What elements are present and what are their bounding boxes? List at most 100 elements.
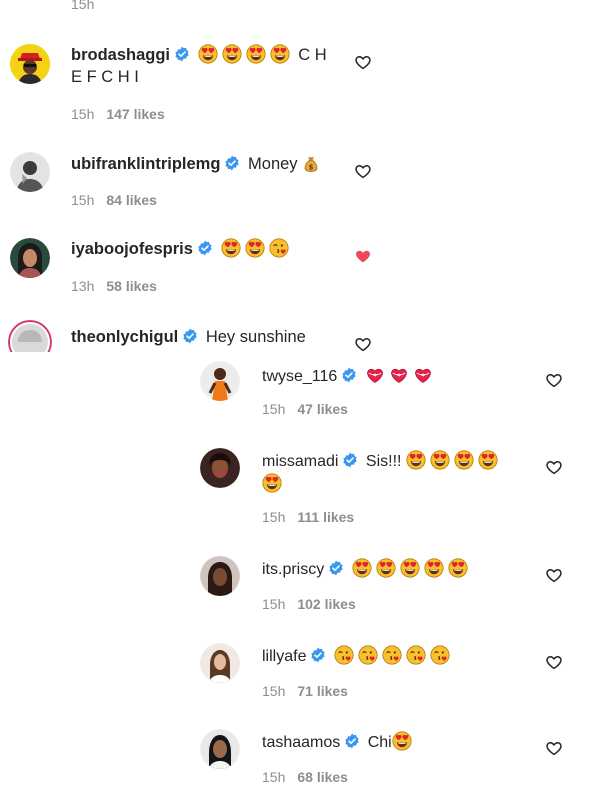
comment-text: C H [298, 46, 327, 64]
heart-eyes-emoji [246, 44, 266, 64]
face-blowing-kiss-emoji [358, 645, 378, 665]
heart-eyes-emoji [376, 558, 396, 578]
username[interactable]: brodashaggi [71, 46, 170, 64]
heart-eyes-emoji [245, 238, 265, 258]
reply: twyse_116 15h 47 likes [0, 355, 600, 435]
comment-meta: 15h 68 likes [262, 769, 348, 785]
face-blowing-kiss-emoji [406, 645, 426, 665]
heart-icon[interactable] [545, 653, 563, 671]
heart-eyes-emoji [222, 44, 242, 64]
heart-eyes-emoji [221, 238, 241, 258]
verified-badge-icon [310, 647, 326, 663]
comment-meta: 15h 102 likes [262, 596, 356, 612]
verified-badge-icon [197, 240, 213, 256]
comment: iyaboojofespris 13h 58 likes [0, 230, 600, 310]
comment-likes[interactable]: 47 likes [297, 401, 348, 417]
heart-eyes-emoji [448, 558, 468, 578]
username[interactable]: twyse_116 [262, 368, 337, 385]
avatar[interactable] [10, 152, 50, 192]
comment-meta: 15h 111 likes [262, 509, 354, 525]
comment-likes[interactable]: 84 likes [106, 192, 157, 208]
reply: lillyafe 15h 71 likes [0, 637, 600, 717]
comment-time[interactable]: 15h [71, 106, 94, 122]
comment-likes[interactable]: 147 likes [106, 106, 164, 122]
username[interactable]: missamadi [262, 453, 338, 470]
comment-meta: 15h 71 likes [262, 683, 348, 699]
heart-eyes-emoji [430, 450, 450, 470]
comment-time[interactable]: 15h [262, 769, 285, 785]
reply: tashaamos Chi 15h 68 likes [0, 723, 600, 800]
avatar[interactable] [200, 361, 240, 401]
comment-meta: 15h 47 likes [262, 401, 348, 417]
comment-text: Sis!!! [365, 453, 402, 470]
face-blowing-kiss-emoji [430, 645, 450, 665]
heart-icon[interactable] [354, 335, 372, 352]
comment-text: Chi [367, 734, 392, 751]
comment-likes[interactable]: 111 likes [297, 509, 354, 525]
heart-eyes-emoji [198, 44, 218, 64]
comment-time[interactable]: 15h [262, 401, 285, 417]
reply: missamadi Sis!!! 15h 111 likes [0, 442, 600, 542]
comment-text-continued: E F C H I [71, 68, 139, 86]
comment-meta: 15h 84 likes [71, 192, 157, 208]
heart-with-ribbon-emoji [389, 365, 409, 385]
avatar[interactable] [10, 44, 50, 84]
reply: its.priscy 15h 102 likes [0, 550, 600, 630]
verified-badge-icon [328, 560, 344, 576]
username[interactable]: tashaamos [262, 734, 340, 751]
username[interactable]: ubifranklintriplemg [71, 155, 220, 173]
face-blowing-kiss-emoji [382, 645, 402, 665]
money-bag-emoji [302, 155, 320, 173]
heart-with-ribbon-emoji [365, 365, 385, 385]
comment-time[interactable]: 13h [71, 278, 94, 294]
comment-likes[interactable]: 71 likes [297, 683, 348, 699]
comment-text: Hey sunshine [205, 328, 306, 346]
avatar[interactable] [200, 643, 240, 683]
comment: ubifranklintriplemg Money 15h 84 likes [0, 145, 600, 225]
comment-meta: 15h 147 likes [71, 106, 165, 122]
heart-eyes-emoji [392, 731, 412, 751]
heart-eyes-emoji [270, 44, 290, 64]
heart-eyes-emoji [406, 450, 426, 470]
comment: theonlychigul Hey sunshine [0, 318, 600, 352]
comment-likes[interactable]: 68 likes [297, 769, 348, 785]
avatar[interactable] [8, 320, 52, 352]
heart-icon-liked[interactable] [354, 247, 372, 265]
username[interactable]: theonlychigul [71, 328, 178, 346]
heart-eyes-emoji [400, 558, 420, 578]
heart-icon[interactable] [545, 566, 563, 584]
heart-icon[interactable] [354, 162, 372, 180]
comment-text: Money [248, 155, 298, 173]
comment-time[interactable]: 15h [71, 192, 94, 208]
avatar[interactable] [10, 238, 50, 278]
avatar[interactable] [200, 556, 240, 596]
heart-eyes-emoji [478, 450, 498, 470]
comment-likes[interactable]: 58 likes [106, 278, 157, 294]
face-blowing-kiss-emoji [334, 645, 354, 665]
comment: brodashaggi C H E F C H I 15h 147 likes [0, 36, 600, 136]
username[interactable]: its.priscy [262, 561, 324, 578]
username[interactable]: lillyafe [262, 648, 306, 665]
heart-icon[interactable] [545, 739, 563, 757]
heart-eyes-emoji [424, 558, 444, 578]
heart-icon[interactable] [545, 371, 563, 389]
comment-likes[interactable]: 102 likes [297, 596, 355, 612]
verified-badge-icon [344, 733, 360, 749]
username[interactable]: iyaboojofespris [71, 240, 193, 258]
top-timestamp: 15h [71, 0, 95, 12]
comment-time[interactable]: 15h [262, 683, 285, 699]
comment-meta: 13h 58 likes [71, 278, 157, 294]
avatar[interactable] [200, 448, 240, 488]
face-blowing-kiss-emoji [269, 238, 289, 258]
heart-with-ribbon-emoji [413, 365, 433, 385]
avatar[interactable] [200, 729, 240, 769]
comment-time[interactable]: 15h [262, 596, 285, 612]
heart-eyes-emoji [454, 450, 474, 470]
heart-icon[interactable] [354, 53, 372, 71]
verified-badge-icon [342, 452, 358, 468]
verified-badge-icon [341, 367, 357, 383]
heart-eyes-emoji [262, 473, 282, 493]
verified-badge-icon [174, 46, 190, 62]
comment-time[interactable]: 15h [262, 509, 285, 525]
heart-icon[interactable] [545, 458, 563, 476]
